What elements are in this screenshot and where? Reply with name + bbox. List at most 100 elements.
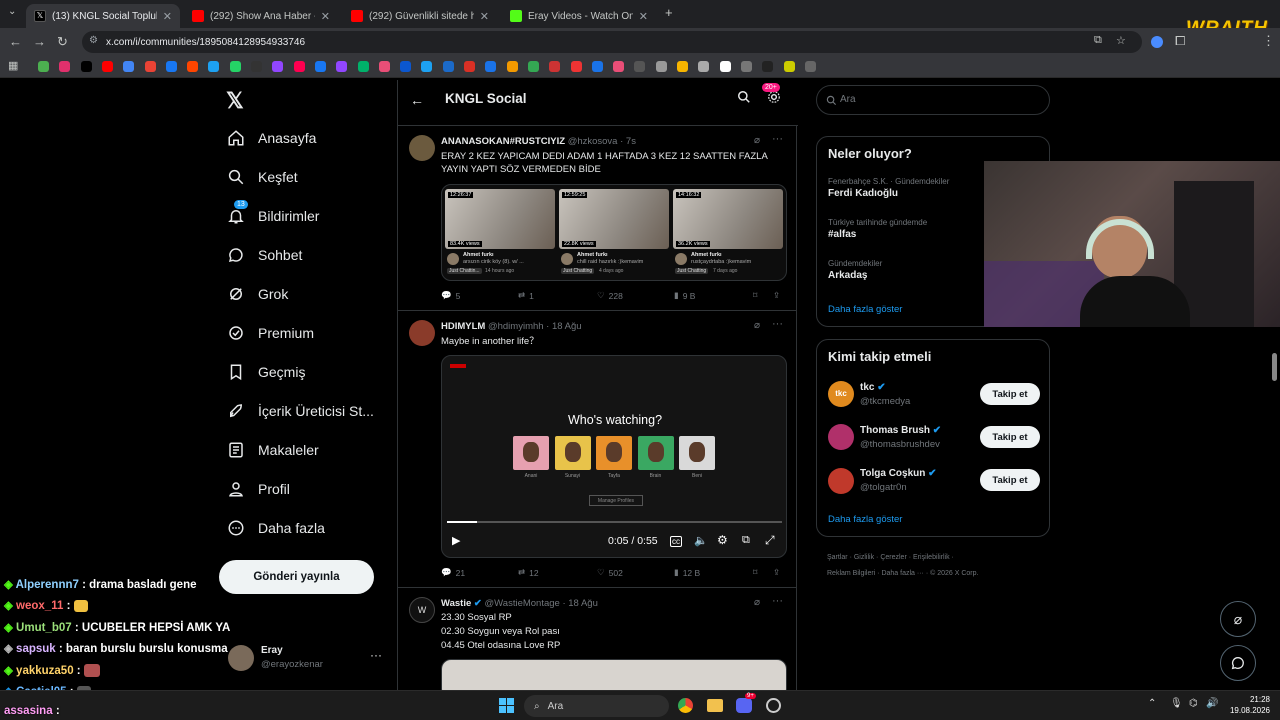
- video-thumbnail[interactable]: 12:26:37 83.4K views Ahmet furkı arsızın…: [445, 189, 555, 278]
- nav-item-chat[interactable]: Sohbet: [222, 240, 302, 270]
- video-progress-track[interactable]: [447, 521, 782, 523]
- bookmark-shortcut-icon[interactable]: [783, 61, 795, 72]
- reply-button[interactable]: 💬 21: [441, 567, 465, 578]
- bookmark-shortcut-icon[interactable]: [251, 61, 262, 72]
- bookmark-shortcut-icon[interactable]: [144, 61, 156, 72]
- bookmark-shortcut-icon[interactable]: [378, 61, 390, 72]
- views-button[interactable]: ▮ 12 B: [674, 567, 700, 578]
- extension-icon[interactable]: [1151, 36, 1163, 48]
- suggestion-name[interactable]: tkc ✔: [860, 382, 886, 393]
- trend-item[interactable]: Fenerbahçe S.K. · Gündemdekiler Ferdi Ka…: [828, 177, 949, 199]
- clock[interactable]: 21:28 19.08.2026: [1226, 694, 1270, 716]
- browser-tab-2[interactable]: (292) Show Ana Haber - YouTub ✕: [184, 4, 338, 28]
- reply-button[interactable]: 💬 5: [441, 290, 460, 301]
- avatar[interactable]: [828, 468, 854, 494]
- settings-gear-icon[interactable]: [767, 90, 781, 109]
- browser-tab-1[interactable]: 𝕏 (13) KNGL Social Topluluk / X ✕: [26, 4, 180, 28]
- author-name[interactable]: Wastie: [441, 598, 471, 609]
- browser-tab-3[interactable]: (292) Güvenlikli sitede hırsız şo ✕: [343, 4, 497, 28]
- discord-icon[interactable]: [736, 698, 752, 713]
- apps-grid-icon[interactable]: ▦: [8, 59, 18, 72]
- more-dots-icon[interactable]: ···: [772, 318, 783, 330]
- messages-fab-icon[interactable]: [1220, 645, 1256, 681]
- bookmark-shortcut-icon[interactable]: [549, 61, 561, 72]
- pip-icon[interactable]: ⧉: [742, 534, 750, 547]
- profile-tile[interactable]: Sunayi: [554, 436, 591, 482]
- video-thumbnail[interactable]: 12:59:25 22.8K views Ahmet furkı chill r…: [559, 189, 669, 278]
- show-more-link[interactable]: Daha fazla göster: [828, 304, 902, 315]
- footer-link[interactable]: Şartlar: [827, 554, 848, 561]
- avatar[interactable]: [409, 320, 435, 346]
- trend-item[interactable]: Gündemdekiler Arkadaş: [828, 259, 882, 281]
- taskbar-search[interactable]: ⌕ Ara: [524, 695, 669, 717]
- nav-item-premium[interactable]: Premium: [222, 318, 314, 348]
- bookmark-shortcut-icon[interactable]: [357, 61, 369, 72]
- bookmark-shortcut-icon[interactable]: [719, 61, 731, 72]
- nav-item-profile[interactable]: Profil: [222, 474, 290, 504]
- bookmark-shortcut-icon[interactable]: [677, 61, 688, 72]
- bookmark-shortcut-icon[interactable]: [165, 61, 177, 72]
- url-field[interactable]: ⚙ x.com/i/communities/189508412895493374…: [82, 31, 1142, 53]
- play-icon[interactable]: ▶: [452, 534, 460, 547]
- page-scrollbar[interactable]: [1272, 353, 1277, 381]
- suggestion-name[interactable]: Thomas Brush ✔: [860, 425, 941, 436]
- bookmark-shortcut-icon[interactable]: [80, 61, 92, 72]
- bookmark-shortcut-icon[interactable]: [59, 61, 71, 72]
- account-switcher[interactable]: Eray @erayozkenar ···: [222, 642, 382, 676]
- grok-icon[interactable]: ⌀: [754, 135, 760, 146]
- profile-tile[interactable]: Beni: [679, 436, 715, 482]
- profile-tile[interactable]: Tayfa: [596, 436, 632, 482]
- reload-icon[interactable]: ↻: [57, 34, 68, 50]
- like-button[interactable]: ♡ 502: [597, 567, 623, 578]
- microphone-icon[interactable]: 🎙: [1170, 698, 1183, 709]
- bookmark-shortcut-icon[interactable]: [187, 61, 199, 72]
- footer-link[interactable]: Çerezler: [880, 554, 906, 561]
- profile-tile[interactable]: Brain: [637, 436, 674, 482]
- bookmark-shortcut-icon[interactable]: [421, 61, 433, 72]
- avatar[interactable]: tkc: [828, 381, 854, 407]
- site-info-icon[interactable]: ⚙: [89, 35, 98, 46]
- app-icon[interactable]: [766, 698, 781, 713]
- video-thumbnail[interactable]: 14:16:32 36.2K views Ahmet furkı rustçay…: [673, 189, 783, 278]
- suggestion-name[interactable]: Tolga Coşkun ✔: [860, 468, 937, 479]
- bookmark-shortcut-icon[interactable]: [442, 61, 454, 72]
- show-more-link[interactable]: Daha fazla göster: [828, 514, 902, 525]
- like-button[interactable]: ♡ 228: [597, 290, 623, 301]
- footer-link[interactable]: Gizlilik: [854, 554, 874, 561]
- grok-icon[interactable]: ⌀: [754, 320, 760, 331]
- tray-chevron-icon[interactable]: ⌃: [1148, 698, 1156, 709]
- share-button[interactable]: ⇪: [773, 567, 780, 578]
- new-tab-icon[interactable]: +: [665, 5, 673, 20]
- extensions-puzzle-icon[interactable]: ⧠: [1175, 33, 1185, 49]
- bookmark-shortcut-icon[interactable]: [570, 61, 582, 72]
- file-explorer-icon[interactable]: [707, 699, 723, 712]
- bookmark-shortcut-icon[interactable]: [762, 61, 774, 72]
- back-arrow-icon[interactable]: ←: [410, 92, 424, 108]
- x-logo-icon[interactable]: 𝕏: [226, 88, 244, 114]
- nav-item-bookmarks[interactable]: Geçmiş: [222, 357, 305, 387]
- bookmark-shortcut-icon[interactable]: [634, 61, 646, 72]
- tab-close-icon[interactable]: ✕: [321, 10, 330, 23]
- post-card[interactable]: ANANASOKAN#RUSTCIYIZ @hzkosova · 7s ⌀ ··…: [398, 127, 796, 311]
- menu-kebab-icon[interactable]: ⋮: [1262, 33, 1275, 49]
- bookmark-shortcut-icon[interactable]: [101, 61, 113, 72]
- bookmark-shortcut-icon[interactable]: [314, 61, 326, 72]
- follow-button[interactable]: Takip et: [980, 383, 1040, 405]
- footer-link[interactable]: Erişilebilirlik: [913, 554, 950, 561]
- trend-item[interactable]: Türkiye tarihinde gündemde #alfas: [828, 218, 927, 240]
- share-button[interactable]: ⇪: [773, 290, 780, 301]
- captions-icon[interactable]: cc: [670, 536, 682, 547]
- video-player[interactable]: Who's watching? Anani Sunayi Tayfa Brain…: [441, 355, 787, 558]
- repost-button[interactable]: ⇄ 1: [518, 290, 534, 301]
- network-icon[interactable]: ⌬: [1189, 698, 1198, 709]
- more-dots-icon[interactable]: ···: [370, 648, 382, 662]
- repost-button[interactable]: ⇄ 12: [518, 567, 539, 578]
- nav-item-explore[interactable]: Keşfet: [222, 162, 298, 192]
- footer-link[interactable]: Reklam Bilgileri: [827, 570, 875, 577]
- follow-button[interactable]: Takip et: [980, 426, 1040, 448]
- post-card[interactable]: HDIMYLM @hdimyimhh · 18 Ağu ⌀ ··· Maybe …: [398, 312, 796, 588]
- tab-list-icon[interactable]: ⌄: [8, 6, 16, 17]
- bookmark-shortcut-icon[interactable]: [123, 61, 135, 72]
- settings-icon[interactable]: ⚙: [717, 533, 728, 547]
- nav-item-home[interactable]: Anasayfa: [222, 123, 316, 153]
